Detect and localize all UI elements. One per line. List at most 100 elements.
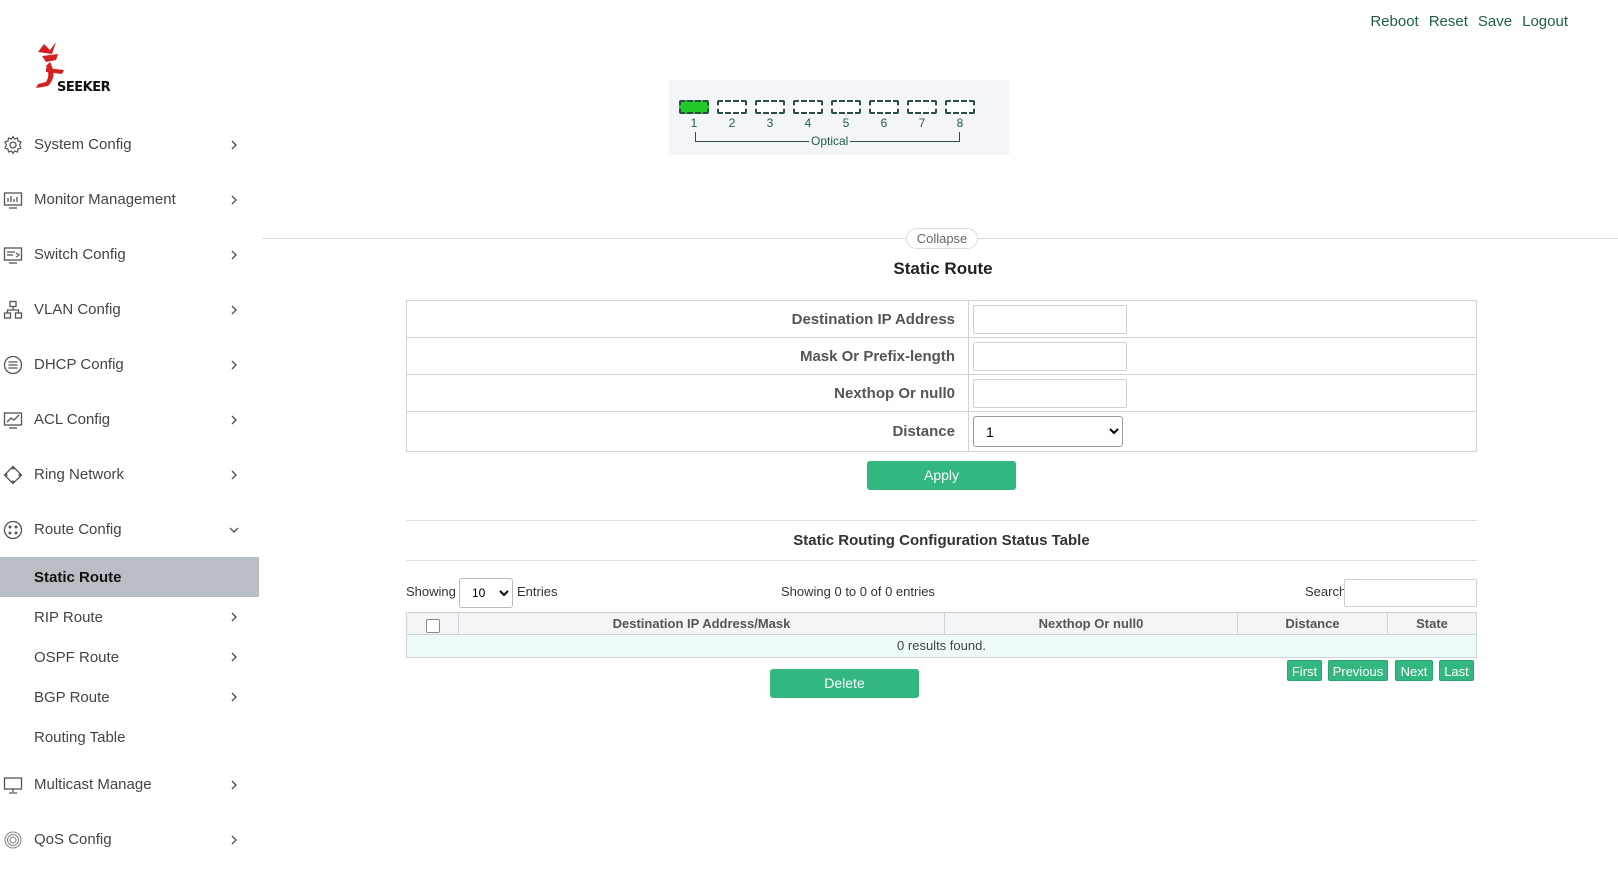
sidebar-subitem-rip-route[interactable]: RIP Route xyxy=(0,597,259,637)
column-header[interactable]: Destination IP Address/Mask xyxy=(459,613,945,634)
page-title: Static Route xyxy=(893,259,993,278)
logo-brand-text: SEEKER xyxy=(57,80,111,95)
sidebar-item-acl-config[interactable]: ACL Config xyxy=(0,392,259,447)
distance-select[interactable]: 1 xyxy=(973,416,1123,447)
port-number: 8 xyxy=(956,116,964,130)
search-input[interactable] xyxy=(1344,579,1477,607)
chart-screen-icon xyxy=(2,409,24,431)
status-table-title: Static Routing Configuration Status Tabl… xyxy=(793,532,1090,549)
sidebar-item-label: Ring Network xyxy=(34,466,125,483)
chevron-down-icon xyxy=(227,523,241,537)
port-8[interactable] xyxy=(945,100,975,114)
port-1[interactable] xyxy=(679,100,709,114)
sidebar-item-qos-config[interactable]: QoS Config xyxy=(0,812,259,867)
sidebar-subitem-label: BGP Route xyxy=(34,688,110,706)
sidebar-item-label: VLAN Config xyxy=(34,301,121,318)
sidebar: System Config Monitor Management Switch … xyxy=(0,117,259,867)
port-2[interactable] xyxy=(717,100,747,114)
network-tree-icon xyxy=(2,299,24,321)
last-page-button[interactable]: Last xyxy=(1439,660,1474,681)
sidebar-item-label: Multicast Manage xyxy=(34,776,152,793)
fingerprint-icon xyxy=(2,829,24,851)
port-number: 3 xyxy=(766,116,774,130)
table-info: Showing 0 to 0 of 0 entries xyxy=(781,584,935,599)
port-number: 1 xyxy=(690,116,698,130)
column-header[interactable]: State xyxy=(1388,613,1476,634)
gear-icon xyxy=(2,134,24,156)
collapse-button[interactable]: Collapse xyxy=(906,228,978,249)
sidebar-item-monitor-management[interactable]: Monitor Management xyxy=(0,172,259,227)
sidebar-item-label: System Config xyxy=(34,136,132,153)
form-row-mask: Mask Or Prefix-length xyxy=(407,338,1476,375)
port-number: 2 xyxy=(728,116,736,130)
sidebar-item-label: QoS Config xyxy=(34,831,112,848)
separator xyxy=(406,520,1477,521)
table-header: Destination IP Address/Mask Nexthop Or n… xyxy=(407,613,1476,635)
sidebar-item-ring-network[interactable]: Ring Network xyxy=(0,447,259,502)
list-circle-icon xyxy=(2,354,24,376)
logout-link[interactable]: Logout xyxy=(1522,13,1568,30)
sidebar-subitem-bgp-route[interactable]: BGP Route xyxy=(0,677,259,717)
optical-label: Optical xyxy=(809,134,851,148)
port-3[interactable] xyxy=(755,100,785,114)
select-all-cell xyxy=(407,613,459,634)
port-4[interactable] xyxy=(793,100,823,114)
static-route-form: Destination IP Address Mask Or Prefix-le… xyxy=(406,300,1477,452)
sidebar-item-dhcp-config[interactable]: DHCP Config xyxy=(0,337,259,392)
sidebar-subitem-label: Static Route xyxy=(34,568,122,586)
desktop-icon xyxy=(2,774,24,796)
sidebar-item-route-config[interactable]: Route Config xyxy=(0,502,259,557)
form-row-distance: Distance 1 xyxy=(407,412,1476,451)
previous-page-button[interactable]: Previous xyxy=(1328,660,1388,681)
nexthop-label: Nexthop Or null0 xyxy=(407,375,969,411)
separator xyxy=(406,560,1477,561)
port-5[interactable] xyxy=(831,100,861,114)
sidebar-subitem-static-route[interactable]: Static Route xyxy=(0,557,259,597)
first-page-button[interactable]: First xyxy=(1287,660,1322,681)
reset-link[interactable]: Reset xyxy=(1429,13,1468,30)
column-header[interactable]: Distance xyxy=(1238,613,1388,634)
port-6[interactable] xyxy=(869,100,899,114)
chevron-right-icon xyxy=(227,468,241,482)
sidebar-item-label: DHCP Config xyxy=(34,356,124,373)
select-all-checkbox[interactable] xyxy=(425,618,440,633)
distance-label: Distance xyxy=(407,412,969,451)
save-link[interactable]: Save xyxy=(1478,13,1512,30)
sidebar-item-system-config[interactable]: System Config xyxy=(0,117,259,172)
destination-label: Destination IP Address xyxy=(407,301,969,337)
sidebar-subitem-label: OSPF Route xyxy=(34,648,120,666)
chevron-right-icon xyxy=(227,610,241,624)
column-header[interactable]: Nexthop Or null0 xyxy=(945,613,1238,634)
next-page-button[interactable]: Next xyxy=(1395,660,1433,681)
route-circle-icon xyxy=(2,519,24,541)
sidebar-item-multicast-manage[interactable]: Multicast Manage xyxy=(0,757,259,812)
form-row-destination: Destination IP Address xyxy=(407,301,1476,338)
sidebar-item-label: Monitor Management xyxy=(34,191,176,208)
nexthop-input[interactable] xyxy=(973,378,1127,408)
delete-button[interactable]: Delete xyxy=(770,669,919,698)
mask-input[interactable] xyxy=(973,341,1127,371)
mask-label: Mask Or Prefix-length xyxy=(407,338,969,374)
port-7[interactable] xyxy=(907,100,937,114)
apply-button[interactable]: Apply xyxy=(867,461,1016,490)
destination-ip-input[interactable] xyxy=(973,304,1127,334)
sidebar-subitem-routing-table[interactable]: Routing Table xyxy=(0,717,259,757)
top-links: Reboot Reset Save Logout xyxy=(1370,13,1568,30)
empty-row: 0 results found. xyxy=(407,635,1476,657)
port-number: 6 xyxy=(880,116,888,130)
port-number: 4 xyxy=(804,116,812,130)
reboot-link[interactable]: Reboot xyxy=(1370,13,1418,30)
entries-label: Entries xyxy=(517,584,558,599)
chevron-right-icon xyxy=(227,303,241,317)
sidebar-subitem-ospf-route[interactable]: OSPF Route xyxy=(0,637,259,677)
chevron-right-icon xyxy=(227,778,241,792)
sidebar-item-label: Route Config xyxy=(34,521,122,538)
sidebar-item-vlan-config[interactable]: VLAN Config xyxy=(0,282,259,337)
sidebar-item-label: ACL Config xyxy=(34,411,111,428)
port-number: 5 xyxy=(842,116,850,130)
ring-diamond-icon xyxy=(2,464,24,486)
entries-select[interactable]: 10 xyxy=(459,578,513,608)
chevron-right-icon xyxy=(227,193,241,207)
port-number: 7 xyxy=(918,116,926,130)
form-row-nexthop: Nexthop Or null0 xyxy=(407,375,1476,412)
